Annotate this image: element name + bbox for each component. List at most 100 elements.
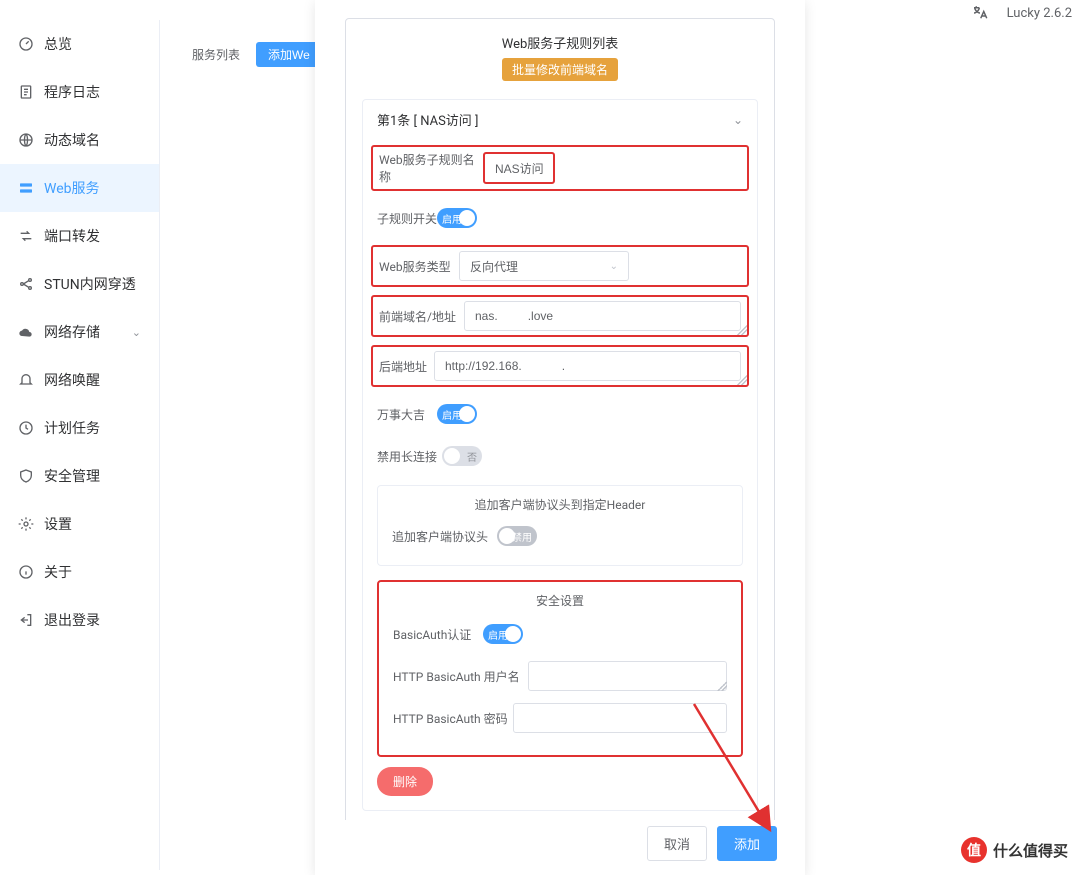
sidebar-item-settings[interactable]: 设置: [0, 500, 159, 548]
security-panel: 安全设置 BasicAuth认证 启用 HTTP BasicAuth 用户名 H…: [377, 580, 743, 757]
tab-service-list[interactable]: 服务列表: [180, 42, 252, 67]
chevron-down-icon: ⌄: [610, 261, 618, 272]
sidebar-item-label: Web服务: [44, 178, 100, 198]
sidebar-item-label: 网络唤醒: [44, 370, 100, 390]
sidebar-item-label: 网络存储: [44, 322, 100, 342]
sidebar-item-label: 计划任务: [44, 418, 100, 438]
row-rule-name: Web服务子规则名称: [371, 145, 749, 191]
gear-icon: [18, 516, 34, 532]
delete-button[interactable]: 删除: [377, 767, 433, 796]
sidebar-item-storage[interactable]: 网络存储 ⌄: [0, 308, 159, 356]
sidebar-item-label: 关于: [44, 562, 72, 582]
backend-label: 后端地址: [379, 358, 434, 375]
basic-pass-input[interactable]: [513, 703, 727, 733]
sidebar-item-security[interactable]: 安全管理: [0, 452, 159, 500]
document-icon: [18, 84, 34, 100]
chevron-down-icon: ⌄: [733, 113, 743, 127]
bell-icon: [18, 372, 34, 388]
sub-switch-label: 子规则开关: [377, 210, 437, 227]
rules-header: Web服务子规则列表 批量修改前端域名: [346, 19, 774, 89]
sidebar-item-label: STUN内网穿透: [44, 274, 136, 294]
service-type-value: 反向代理: [470, 258, 518, 275]
watermark: 值 什么值得买: [961, 837, 1068, 863]
sidebar-item-label: 退出登录: [44, 610, 100, 630]
sidebar-item-overview[interactable]: 总览: [0, 20, 159, 68]
row-basic-user: HTTP BasicAuth 用户名: [393, 661, 727, 691]
sidebar-item-web[interactable]: Web服务: [0, 164, 159, 212]
sidebar: 总览 程序日志 动态域名 Web服务 端口转发 STUN内网穿透 网络存储 ⌄ …: [0, 20, 160, 870]
shield-icon: [18, 468, 34, 484]
sidebar-item-label: 程序日志: [44, 82, 100, 102]
sidebar-item-port[interactable]: 端口转发: [0, 212, 159, 260]
sidebar-item-label: 总览: [44, 34, 72, 54]
arrows-icon: [18, 228, 34, 244]
sidebar-item-about[interactable]: 关于: [0, 548, 159, 596]
row-long-conn: 禁用长连接 否: [377, 441, 743, 471]
cancel-button[interactable]: 取消: [647, 826, 707, 861]
tabs-bar: 服务列表 添加We: [180, 42, 322, 67]
collapse-panel: 第1条 [ NAS访问 ] ⌄ Web服务子规则名称 子规则开关 启用 Web服: [362, 99, 758, 811]
gauge-icon: [18, 36, 34, 52]
row-frontend: 前端域名/地址: [371, 295, 749, 337]
collapse-header[interactable]: 第1条 [ NAS访问 ] ⌄: [363, 100, 757, 139]
resize-handle-icon[interactable]: [717, 681, 727, 691]
tab-add-web[interactable]: 添加We: [256, 42, 322, 67]
sidebar-item-logout[interactable]: 退出登录: [0, 596, 159, 644]
clock-icon: [18, 420, 34, 436]
sidebar-item-label: 安全管理: [44, 466, 100, 486]
resize-handle-icon[interactable]: [737, 375, 747, 385]
basic-user-label: HTTP BasicAuth 用户名: [393, 668, 528, 685]
header-panel-title: 追加客户端协议头到指定Header: [392, 496, 728, 513]
sidebar-item-label: 动态域名: [44, 130, 100, 150]
long-conn-label: 禁用长连接: [377, 448, 442, 465]
header-append-label: 追加客户端协议头: [392, 528, 497, 545]
service-type-label: Web服务类型: [379, 258, 459, 275]
basic-pass-label: HTTP BasicAuth 密码: [393, 710, 513, 727]
row-basic-pass: HTTP BasicAuth 密码: [393, 703, 727, 733]
wanshi-toggle[interactable]: 启用: [437, 404, 477, 424]
translate-icon[interactable]: [971, 4, 989, 22]
batch-edit-button[interactable]: 批量修改前端域名: [502, 58, 618, 81]
resize-handle-icon[interactable]: [737, 325, 747, 335]
header-append-toggle[interactable]: 禁用: [497, 526, 537, 546]
modal-dialog: Web服务子规则列表 批量修改前端域名 第1条 [ NAS访问 ] ⌄ Web服…: [315, 0, 805, 875]
basic-auth-label: BasicAuth认证: [393, 626, 483, 643]
info-icon: [18, 564, 34, 580]
frontend-input[interactable]: [464, 301, 741, 331]
modal-body: Web服务子规则列表 批量修改前端域名 第1条 [ NAS访问 ] ⌄ Web服…: [315, 0, 805, 820]
rules-panel: Web服务子规则列表 批量修改前端域名 第1条 [ NAS访问 ] ⌄ Web服…: [345, 18, 775, 820]
row-wanshi: 万事大吉 启用: [377, 399, 743, 429]
sub-switch-toggle[interactable]: 启用: [437, 208, 477, 228]
sidebar-item-stun[interactable]: STUN内网穿透: [0, 260, 159, 308]
sidebar-item-wake[interactable]: 网络唤醒: [0, 356, 159, 404]
row-sub-switch: 子规则开关 启用: [377, 203, 743, 233]
header-append-panel: 追加客户端协议头到指定Header 追加客户端协议头 禁用: [377, 485, 743, 566]
version-label: Lucky 2.6.2: [1007, 6, 1072, 21]
modal-footer: 取消 添加: [647, 826, 777, 861]
row-backend: 后端地址: [371, 345, 749, 387]
sidebar-item-cron[interactable]: 计划任务: [0, 404, 159, 452]
network-icon: [18, 276, 34, 292]
topbar: Lucky 2.6.2: [971, 4, 1072, 22]
chevron-down-icon: ⌄: [132, 326, 141, 339]
long-conn-toggle[interactable]: 否: [442, 446, 482, 466]
service-type-select[interactable]: 反向代理 ⌄: [459, 251, 629, 281]
sidebar-item-logs[interactable]: 程序日志: [0, 68, 159, 116]
globe-icon: [18, 132, 34, 148]
wanshi-label: 万事大吉: [377, 406, 437, 423]
basic-auth-toggle[interactable]: 启用: [483, 624, 523, 644]
logout-icon: [18, 612, 34, 628]
watermark-badge: 值: [961, 837, 987, 863]
rule-name-input[interactable]: [484, 153, 554, 183]
rule-name-label: Web服务子规则名称: [379, 151, 484, 185]
sidebar-item-label: 端口转发: [44, 226, 100, 246]
row-basic-auth: BasicAuth认证 启用: [393, 619, 727, 649]
add-button[interactable]: 添加: [717, 826, 777, 861]
collapse-title: 第1条 [ NAS访问 ]: [377, 110, 478, 129]
sidebar-item-ddns[interactable]: 动态域名: [0, 116, 159, 164]
backend-input[interactable]: [434, 351, 741, 381]
modal-title: Web服务子规则列表: [346, 33, 774, 52]
sidebar-item-label: 设置: [44, 514, 72, 534]
basic-user-input[interactable]: [528, 661, 727, 691]
collapse-body: Web服务子规则名称 子规则开关 启用 Web服务类型 反向代理 ⌄: [363, 139, 757, 810]
